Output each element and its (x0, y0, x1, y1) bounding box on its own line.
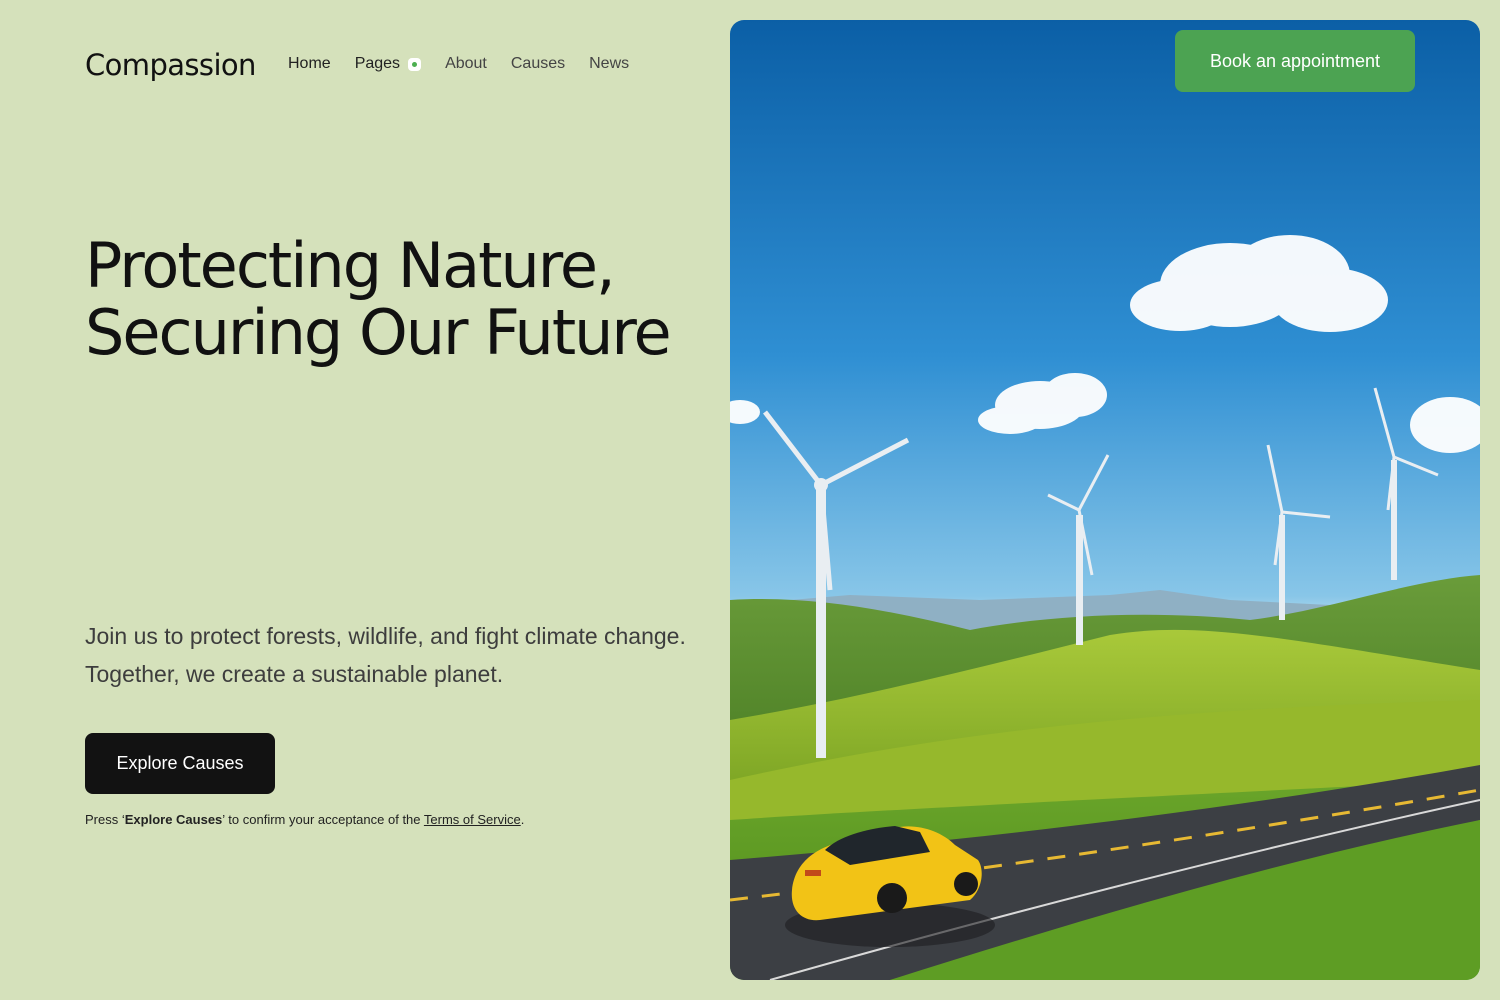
terms-text: ’ to confirm your acceptance of the (222, 812, 424, 827)
terms-of-service-link[interactable]: Terms of Service (424, 812, 521, 827)
hero-title-line: Protecting Nature, (85, 229, 616, 302)
book-appointment-button[interactable]: Book an appointment (1175, 30, 1415, 92)
nav-item-home[interactable]: Home (288, 55, 331, 73)
terms-cta-text: Explore Causes (124, 812, 223, 827)
nav-item-about[interactable]: About (445, 55, 487, 73)
hero-title: Protecting Nature, Securing Our Future (85, 229, 672, 369)
nav-item-label: News (589, 55, 630, 72)
nav-item-news[interactable]: News (589, 55, 629, 73)
hero-subtitle-line: Join us to protect forests, wildlife, an… (85, 623, 686, 649)
explore-causes-button[interactable]: Explore Causes (85, 733, 275, 794)
hero-image (730, 20, 1480, 980)
hero-title-line: Securing Our Future (85, 296, 672, 369)
nav-item-pages[interactable]: Pages (354, 55, 422, 73)
nav-item-causes[interactable]: Causes (511, 55, 565, 73)
nav-item-label: Home (288, 55, 331, 72)
terms-text: . (520, 812, 525, 827)
hero-subtitle-line: Together, we create a sustainable planet… (85, 661, 504, 687)
nav-item-label: Pages (354, 55, 401, 72)
dot-indicator-icon (408, 57, 422, 71)
hero-subtitle: Join us to protect forests, wildlife, an… (85, 617, 705, 693)
nav-item-label: About (445, 55, 487, 72)
nav-item-label: Causes (510, 55, 566, 72)
terms-notice: Press ‘Explore Causes’ to confirm your a… (85, 812, 524, 827)
landing-page: Compassion Home Pages About Causes News … (0, 0, 1500, 1000)
wind-farm-landscape-image (730, 20, 1480, 980)
terms-text: Press ‘ (85, 812, 125, 827)
main-nav: Home Pages About Causes News (288, 55, 629, 73)
brand-logo[interactable]: Compassion (85, 48, 256, 82)
